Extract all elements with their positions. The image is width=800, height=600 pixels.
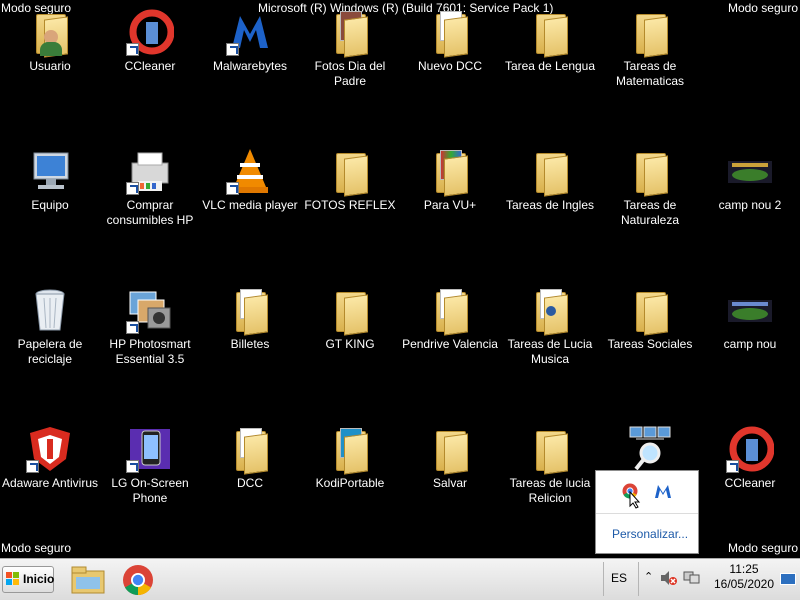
shortcut-arrow-icon (126, 182, 139, 195)
desktop-icon-tarea-lengua[interactable]: Tarea de Lengua (500, 8, 600, 74)
desktop-icon-malwarebytes[interactable]: Malwarebytes (200, 8, 300, 74)
desktop-icon-salvar[interactable]: Salvar (400, 425, 500, 491)
desktop-icon-nuevo-dcc[interactable]: Nuevo DCC (400, 8, 500, 74)
chrome-icon (123, 565, 153, 595)
shortcut-arrow-icon (126, 43, 139, 56)
desktop-icon-tareas-lucia-musica[interactable]: Tareas de Lucia Musica (500, 286, 600, 367)
desktop-icon-equipo[interactable]: Equipo (0, 147, 100, 213)
shortcut-arrow-icon (226, 182, 239, 195)
safe-mode-label-bottom-left: Modo seguro (1, 541, 72, 555)
ccleaner-icon (126, 8, 175, 56)
user-folder-icon (26, 8, 74, 58)
popup-divider (596, 513, 698, 514)
adaware-shield-icon (26, 425, 74, 473)
desktop-icon-lg-onscreen-phone[interactable]: LG On-Screen Phone (100, 425, 200, 506)
desktop-icon-billetes[interactable]: Billetes (200, 286, 300, 352)
folder-icon (426, 8, 474, 58)
music-folder-icon (526, 286, 574, 336)
taskbar: Inicio (0, 558, 800, 600)
windows-logo-icon (6, 572, 19, 585)
desktop-icon-network[interactable] (600, 425, 700, 471)
desktop-icon-papelera[interactable]: Papelera de reciclaje (0, 286, 100, 367)
desktop-icon-gt-king[interactable]: GT KING (300, 286, 400, 352)
printer-icon (126, 147, 174, 195)
tray-overflow-popup: Personalizar... (595, 470, 699, 554)
desktop-icon-fotos-dia-padre[interactable]: Fotos Dia del Padre (300, 8, 400, 89)
stadium-image-icon (726, 286, 774, 334)
tray-divider (603, 562, 604, 596)
folder-icon (626, 8, 674, 58)
desktop-icon-tareas-sociales[interactable]: Tareas Sociales (600, 286, 700, 352)
folder-icon (226, 425, 274, 475)
ccleaner-icon (726, 425, 775, 473)
show-hidden-icons-chevron-up-icon[interactable]: ⌃ (644, 570, 653, 583)
network-disconnected-icon[interactable] (683, 570, 701, 586)
desktop-icon-dcc[interactable]: DCC (200, 425, 300, 491)
desktop-icon-pendrive-valencia[interactable]: Pendrive Valencia (400, 286, 500, 352)
phone-icon (126, 425, 174, 473)
desktop-icon-tareas-naturaleza[interactable]: Tareas de Naturaleza (600, 147, 700, 228)
shortcut-arrow-icon (126, 460, 139, 473)
clock-time: 11:25 (729, 562, 759, 576)
folder-icon (526, 147, 574, 197)
folder-icon (326, 8, 374, 58)
photosmart-icon (126, 286, 174, 334)
desktop-icon-tareas-matematicas[interactable]: Tareas de Matematicas (600, 8, 700, 89)
desktop-icon-tareas-lucia-relicion[interactable]: Tareas de lucia Relicion (500, 425, 600, 506)
folder-icon (426, 286, 474, 336)
desktop-icon-camp-nou-2[interactable]: camp nou 2 (700, 147, 800, 213)
folder-icon (626, 147, 674, 197)
clock[interactable]: 11:25 16/05/2020 (706, 562, 782, 592)
computer-icon (26, 147, 74, 195)
desktop-icon-tareas-ingles[interactable]: Tareas de Ingles (500, 147, 600, 213)
clock-date: 16/05/2020 (713, 577, 775, 591)
desktop-icon-kodiportable[interactable]: KodiPortable (300, 425, 400, 491)
desktop-icon-ccleaner[interactable]: CCleaner (100, 8, 200, 74)
folder-icon (426, 425, 474, 475)
volume-muted-icon[interactable] (660, 570, 678, 586)
desktop-icon-adaware[interactable]: Adaware Antivirus (0, 425, 100, 491)
desktop-icon-ccleaner-2[interactable]: CCleaner (700, 425, 800, 491)
shortcut-arrow-icon (26, 460, 39, 473)
folder-icon (326, 425, 374, 475)
desktop-icon-usuario[interactable]: Usuario (0, 8, 100, 74)
explorer-icon (71, 566, 105, 594)
show-desktop-button[interactable] (780, 573, 796, 585)
malwarebytes-icon[interactable] (654, 483, 672, 499)
network-search-icon (626, 425, 674, 473)
folder-icon (226, 286, 274, 336)
vlc-cone-icon (226, 147, 274, 195)
tray-divider (638, 562, 639, 596)
taskbar-chrome-button[interactable] (116, 563, 160, 597)
folder-icon (426, 147, 474, 197)
recycle-bin-icon (26, 286, 74, 334)
folder-icon (326, 147, 374, 197)
start-button[interactable]: Inicio (2, 566, 54, 593)
folder-icon (626, 286, 674, 336)
malwarebytes-icon (226, 8, 274, 56)
safe-mode-label-bottom-right: Modo seguro (727, 541, 798, 555)
shortcut-arrow-icon (726, 460, 739, 473)
customize-link[interactable]: Personalizar... (612, 527, 688, 541)
desktop-icon-para-vu[interactable]: Para VU+ (400, 147, 500, 213)
language-indicator[interactable]: ES (611, 571, 627, 585)
desktop-icon-hp-photosmart[interactable]: HP Photosmart Essential 3.5 (100, 286, 200, 367)
folder-icon (526, 8, 574, 58)
desktop-icon-vlc[interactable]: VLC media player (200, 147, 300, 213)
safe-mode-label-top-right: Modo seguro (727, 1, 798, 15)
mouse-cursor-icon (629, 491, 641, 509)
taskbar-explorer-button[interactable] (66, 563, 110, 597)
desktop-icon-fotos-reflex[interactable]: FOTOS REFLEX (300, 147, 400, 213)
shortcut-arrow-icon (226, 43, 239, 56)
shortcut-arrow-icon (126, 321, 139, 334)
desktop-icon-comprar-consumibles-hp[interactable]: Comprar consumibles HP (100, 147, 200, 228)
desktop-icon-camp-nou[interactable]: camp nou (700, 286, 800, 352)
folder-icon (326, 286, 374, 336)
stadium-image-icon (726, 147, 774, 195)
folder-icon (526, 425, 574, 475)
start-label: Inicio (23, 572, 55, 586)
